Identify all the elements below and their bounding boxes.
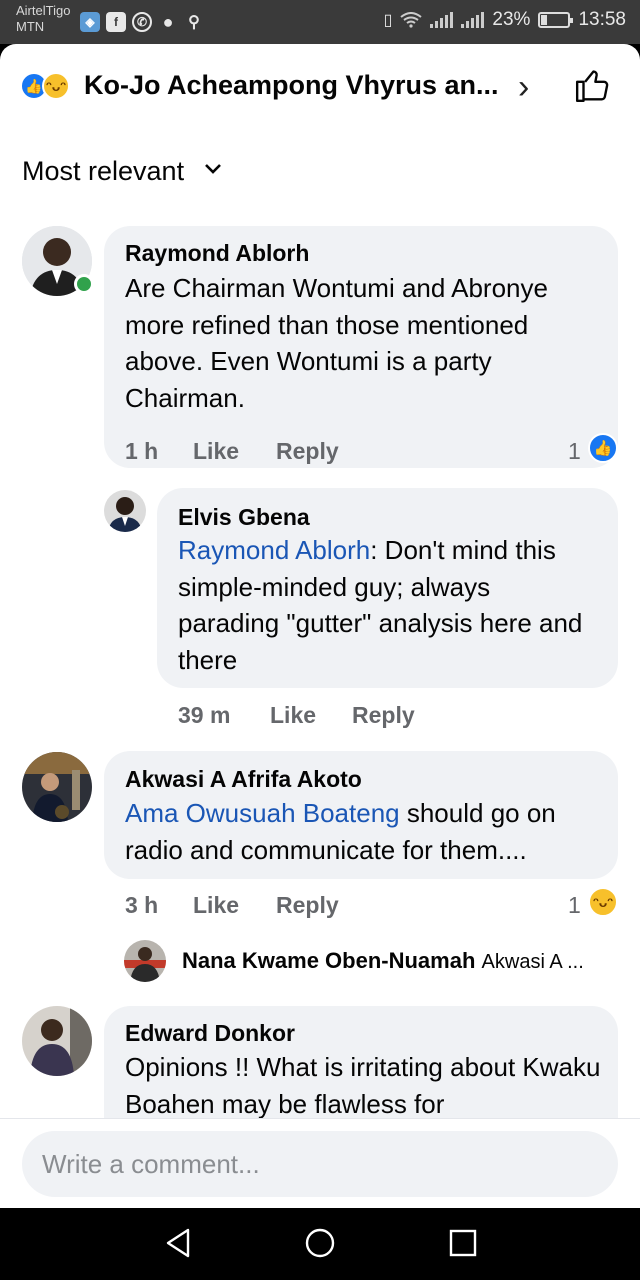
- reply-preview-author[interactable]: Nana Kwame Oben-Nuamah: [182, 948, 475, 973]
- comment-input[interactable]: [22, 1131, 618, 1197]
- carrier-name-2: MTN: [16, 19, 45, 34]
- comment-time: 39 m: [178, 702, 231, 728]
- like-button[interactable]: Like: [193, 892, 239, 919]
- comment-text: Ama Owusuah Boateng should go on radio a…: [125, 795, 605, 868]
- comment-text: Opinions !! What is irritating about Kwa…: [125, 1052, 601, 1119]
- reactors-title[interactable]: Ko-Jo Acheampong Vhyrus an...: [84, 70, 499, 101]
- notification-icons: ◈ f ✆ ● ⚲: [80, 12, 204, 32]
- carrier-label: AirtelTigo MTN: [16, 3, 70, 35]
- comment-author[interactable]: Elvis Gbena: [178, 504, 310, 531]
- like-reaction-icon[interactable]: 👍: [588, 433, 618, 463]
- comments-sheet: 👍 ᵔᴗᵔ Ko-Jo Acheampong Vhyrus an... › Mo…: [0, 44, 640, 1208]
- signal-icon-1: [430, 12, 454, 28]
- battery-percent: 23%: [492, 9, 531, 30]
- reaction-count[interactable]: 1: [568, 438, 581, 465]
- back-icon[interactable]: [162, 1226, 196, 1260]
- status-bar: AirtelTigo MTN ◈ f ✆ ● ⚲ ▯ 23% 13:58: [0, 0, 640, 44]
- comment-time: 3 h: [125, 892, 159, 918]
- online-status-dot: [74, 274, 94, 294]
- clock: 13:58: [578, 9, 626, 30]
- messenger-icon: ●: [162, 11, 174, 32]
- comment-text: Are Chairman Wontumi and Abronye more re…: [125, 273, 548, 413]
- system-navigation-bar: [0, 1208, 640, 1280]
- home-icon[interactable]: [303, 1226, 337, 1260]
- chevron-right-icon[interactable]: ›: [518, 68, 529, 107]
- avatar[interactable]: [104, 490, 146, 532]
- comment-author[interactable]: Edward Donkor: [125, 1020, 295, 1047]
- comment-author[interactable]: Raymond Ablorh: [125, 240, 309, 267]
- wifi-icon: [400, 12, 423, 28]
- status-right: ▯ 23% 13:58: [384, 9, 626, 31]
- mention-link[interactable]: Raymond Ablorh: [178, 535, 370, 565]
- comment-text: Raymond Ablorh: Don't mind this simple-m…: [178, 532, 598, 678]
- reply-button[interactable]: Reply: [352, 702, 415, 729]
- chevron-down-icon[interactable]: [204, 158, 222, 181]
- comment-author[interactable]: Akwasi A Afrifa Akoto: [125, 766, 362, 793]
- like-button[interactable]: Like: [270, 702, 316, 729]
- battery-icon: [538, 12, 574, 28]
- reaction-count[interactable]: 1: [568, 892, 581, 919]
- location-icon: ⚲: [188, 14, 200, 31]
- reaction-icons: 👍 ᵔᴗᵔ: [20, 72, 70, 100]
- comment-time: 1 h: [125, 438, 159, 464]
- reply-button[interactable]: Reply: [276, 438, 339, 465]
- comment-composer: [0, 1118, 640, 1208]
- signal-icon-2: [461, 12, 485, 28]
- like-outline-icon[interactable]: [574, 66, 612, 104]
- post-reactions-header[interactable]: 👍 ᵔᴗᵔ Ko-Jo Acheampong Vhyrus an... ›: [0, 44, 640, 128]
- avatar[interactable]: [124, 940, 166, 982]
- mention-link[interactable]: Ama Owusuah Boateng: [125, 798, 400, 828]
- recents-icon[interactable]: [446, 1226, 480, 1260]
- haha-reaction-icon[interactable]: ᵔᴗᵔ: [588, 887, 618, 917]
- carrier-name-1: AirtelTigo: [16, 3, 71, 18]
- vibrate-icon: ▯: [383, 12, 393, 29]
- haha-reaction-icon: ᵔᴗᵔ: [42, 72, 70, 100]
- reply-preview-text: Akwasi A ...: [481, 951, 584, 973]
- avatar[interactable]: [22, 1006, 92, 1076]
- like-button[interactable]: Like: [193, 438, 239, 465]
- sort-dropdown[interactable]: Most relevant: [22, 156, 184, 187]
- facebook-icon: f: [106, 12, 126, 32]
- whatsapp-icon: ✆: [132, 12, 152, 32]
- reply-preview[interactable]: Nana Kwame Oben-Nuamah Akwasi A ...: [182, 948, 584, 974]
- reply-button[interactable]: Reply: [276, 892, 339, 919]
- shield-icon: ◈: [80, 12, 100, 32]
- avatar[interactable]: [22, 752, 92, 822]
